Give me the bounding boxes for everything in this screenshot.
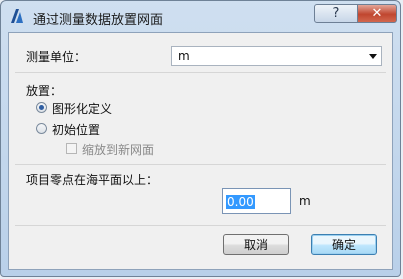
dialog-content: 测量单位： m 放置： 图形化定义 初始位置 缩放到新网面 项目零点在海平面以上…	[8, 32, 393, 270]
ok-button[interactable]: 确定	[311, 234, 377, 255]
radio-graphical-definition-label[interactable]: 图形化定义	[52, 100, 112, 117]
zoom-to-new-mesh-label: 缩放到新网面	[82, 143, 155, 157]
radio-initial-position[interactable]	[36, 123, 47, 134]
dialog-window: 通过测量数据放置网面 ? ✕ 测量单位： m 放置： 图形化定义 初始位置 缩放…	[0, 0, 401, 277]
zoom-to-new-mesh-checkbox[interactable]	[66, 143, 77, 154]
cancel-button[interactable]: 取消	[223, 234, 289, 255]
chevron-down-icon	[369, 54, 377, 59]
separator	[15, 72, 386, 73]
measure-unit-label: 测量单位：	[26, 50, 87, 64]
separator	[15, 164, 386, 165]
placement-label: 放置：	[26, 84, 63, 98]
archicad-logo-icon	[11, 9, 23, 23]
elevation-value: 0.00	[226, 195, 255, 209]
title-bar[interactable]: 通过测量数据放置网面 ? ✕	[1, 1, 400, 32]
elevation-unit: m	[299, 194, 311, 208]
window-title: 通过测量数据放置网面	[33, 13, 164, 28]
separator	[15, 225, 386, 226]
help-button[interactable]: ?	[314, 4, 358, 23]
radio-graphical-definition[interactable]	[36, 102, 47, 113]
measure-unit-value: m	[178, 49, 190, 63]
radio-selected-dot	[39, 105, 44, 110]
close-button[interactable]: ✕	[357, 4, 397, 23]
elevation-label: 项目零点在海平面以上：	[26, 173, 159, 187]
elevation-input[interactable]: 0.00	[222, 188, 291, 214]
radio-initial-position-label[interactable]: 初始位置	[52, 121, 100, 138]
measure-unit-dropdown[interactable]: m	[171, 46, 382, 66]
